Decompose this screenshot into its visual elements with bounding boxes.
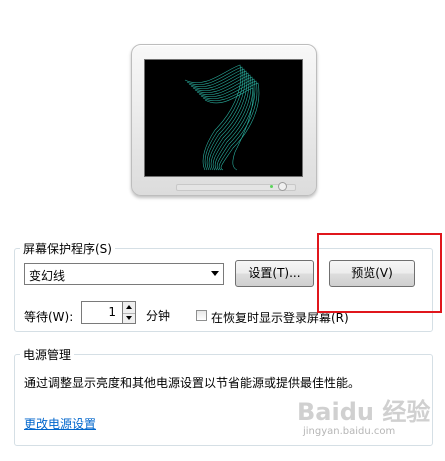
power-group-title: 电源管理 — [20, 346, 75, 363]
screensaver-group-title: 屏幕保护程序(S) — [20, 240, 115, 257]
power-led-icon — [270, 185, 273, 188]
screensaver-wave-graphic — [184, 64, 260, 171]
wait-label: 等待(W): — [24, 310, 74, 324]
minutes-label: 分钟 — [146, 309, 171, 323]
change-power-settings-link[interactable]: 更改电源设置 — [24, 415, 96, 432]
monitor-preview — [131, 44, 317, 196]
watermark-url: jingyan.baidu.com — [303, 426, 396, 437]
screensaver-dropdown-value: 变幻线 — [29, 269, 66, 283]
monitor-power-button-icon — [278, 182, 287, 191]
spin-down-button[interactable] — [123, 313, 135, 324]
monitor-screen — [144, 59, 303, 177]
chevron-down-icon — [211, 271, 219, 276]
arrow-up-icon — [126, 305, 132, 309]
screensaver-settings-window: 屏幕保护程序(S) 变幻线 设置(T)... 预览(V) 等待(W): 1 分钟… — [0, 0, 445, 461]
wait-minutes-input[interactable]: 1 — [81, 301, 123, 324]
highlight-annotation — [317, 233, 442, 313]
settings-button[interactable]: 设置(T)... — [235, 260, 314, 287]
watermark-text: Baidu 经验 — [297, 398, 431, 426]
resume-login-checkbox[interactable] — [196, 310, 207, 321]
power-description: 通过调整显示亮度和其他电源设置以节省能源或提供最佳性能。 — [24, 376, 361, 390]
wait-minutes-stepper — [123, 301, 136, 324]
screensaver-dropdown[interactable]: 变幻线 — [24, 263, 224, 285]
baidu-watermark: Baidu 经验 jingyan.baidu.com — [297, 392, 437, 442]
arrow-down-icon — [126, 316, 132, 320]
